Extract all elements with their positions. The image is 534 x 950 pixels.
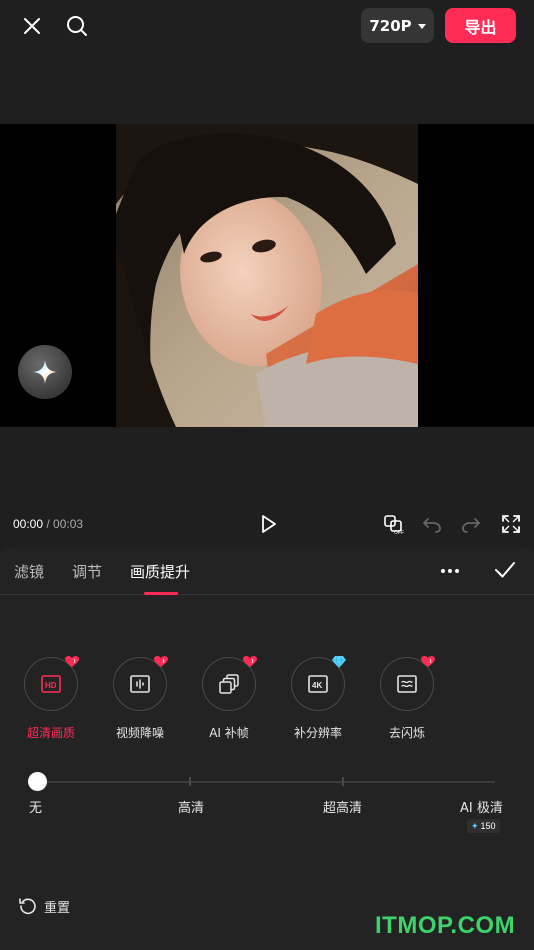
pro-heart-badge-icon: [65, 656, 79, 667]
playback-bar: 00:00 / 00:03 OFF: [0, 427, 534, 547]
credit-badge: ✦ 150: [467, 819, 500, 833]
close-icon[interactable]: [16, 10, 48, 42]
tool-super-hd[interactable]: HD 超清画质: [11, 656, 91, 741]
enhance-tools: HD 超清画质 视频降噪 AI 补帧 4K 补分辨率 去闪烁: [0, 656, 534, 740]
sparkle-icon: [33, 360, 57, 384]
time-display: 00:00 / 00:03: [13, 517, 83, 531]
tab-filter[interactable]: 滤镜: [14, 561, 44, 582]
frame-interp-icon: [219, 674, 239, 694]
reset-icon: [19, 898, 36, 915]
tool-denoise-label: 视频降噪: [115, 726, 164, 740]
tab-quality-enhance[interactable]: 画质提升: [130, 561, 190, 582]
slider-label-none[interactable]: 无: [29, 797, 42, 816]
denoise-icon: [130, 675, 150, 693]
resolution-dropdown[interactable]: 720P: [361, 8, 434, 43]
slider-label-uhd[interactable]: 超高清: [323, 797, 362, 816]
active-tab-indicator: [144, 592, 178, 595]
reset-label: 重置: [44, 900, 71, 916]
tool-super-hd-button[interactable]: HD: [24, 656, 79, 711]
current-time: 00:00: [13, 517, 44, 531]
tool-upscale-button[interactable]: 4K: [291, 656, 346, 711]
tool-upscale-label: 补分辨率: [293, 726, 342, 740]
slider-knob[interactable]: [28, 772, 47, 791]
ai-magic-button[interactable]: [18, 345, 72, 399]
4k-icon: 4K: [308, 675, 328, 693]
tab-bar: 滤镜 调节 画质提升: [0, 547, 534, 595]
search-icon[interactable]: [60, 9, 94, 43]
pro-heart-badge-icon: [243, 656, 257, 667]
svg-text:HD: HD: [45, 681, 57, 690]
enhance-panel: 滤镜 调节 画质提升 HD 超清画质 视频降噪 AI 补帧 4K 补分辨率 去闪…: [0, 547, 534, 950]
preview-photo: [116, 124, 418, 427]
pro-heart-badge-icon: [421, 656, 435, 667]
compare-off-icon[interactable]: OFF: [383, 513, 405, 536]
checkmark-icon[interactable]: [492, 557, 518, 583]
pro-heart-badge-icon: [154, 656, 168, 667]
total-time: 00:03: [53, 517, 84, 531]
tool-ai-frame-button[interactable]: [202, 656, 257, 711]
diamond-badge-icon: [332, 656, 346, 668]
fullscreen-icon[interactable]: [500, 513, 522, 535]
tool-upscale[interactable]: 4K 补分辨率: [278, 656, 358, 741]
credit-value: 150: [480, 821, 496, 831]
site-watermark: ITMOP.COM: [375, 912, 516, 939]
slider-label-ai[interactable]: AI 极清: [460, 797, 503, 816]
slider-tick: [189, 777, 191, 786]
tool-deflicker-label: 去闪烁: [388, 726, 425, 740]
export-button[interactable]: 导出: [445, 8, 516, 43]
caret-down-icon: [417, 24, 426, 29]
svg-text:4K: 4K: [312, 681, 322, 690]
undo-icon[interactable]: [421, 513, 443, 535]
tool-denoise[interactable]: 视频降噪: [100, 656, 180, 741]
svg-text:OFF: OFF: [394, 530, 404, 535]
reset-button[interactable]: 重置: [18, 896, 70, 916]
more-options-icon[interactable]: [438, 559, 462, 583]
hd-icon: HD: [41, 675, 61, 693]
video-preview[interactable]: [0, 124, 534, 427]
play-icon[interactable]: [256, 512, 280, 536]
credit-star-icon: ✦: [471, 820, 479, 831]
slider-label-hd[interactable]: 高清: [178, 797, 204, 816]
tab-adjust[interactable]: 调节: [72, 561, 102, 582]
tool-super-hd-label: 超清画质: [26, 726, 75, 740]
quality-slider[interactable]: 无 高清 超高清 AI 极清 ✦ 150: [0, 767, 534, 847]
time-separator: /: [43, 517, 54, 531]
tool-ai-frame[interactable]: AI 补帧: [189, 656, 269, 741]
tool-deflicker[interactable]: 去闪烁: [367, 656, 447, 741]
top-bar: 720P 导出: [0, 0, 534, 124]
tool-deflicker-button[interactable]: [380, 656, 435, 711]
tool-denoise-button[interactable]: [113, 656, 168, 711]
redo-icon[interactable]: [460, 513, 482, 535]
tool-ai-frame-label: AI 补帧: [209, 726, 249, 740]
deflicker-icon: [397, 675, 417, 693]
slider-track[interactable]: [37, 781, 495, 783]
resolution-label: 720P: [369, 16, 412, 35]
slider-tick: [342, 777, 344, 786]
